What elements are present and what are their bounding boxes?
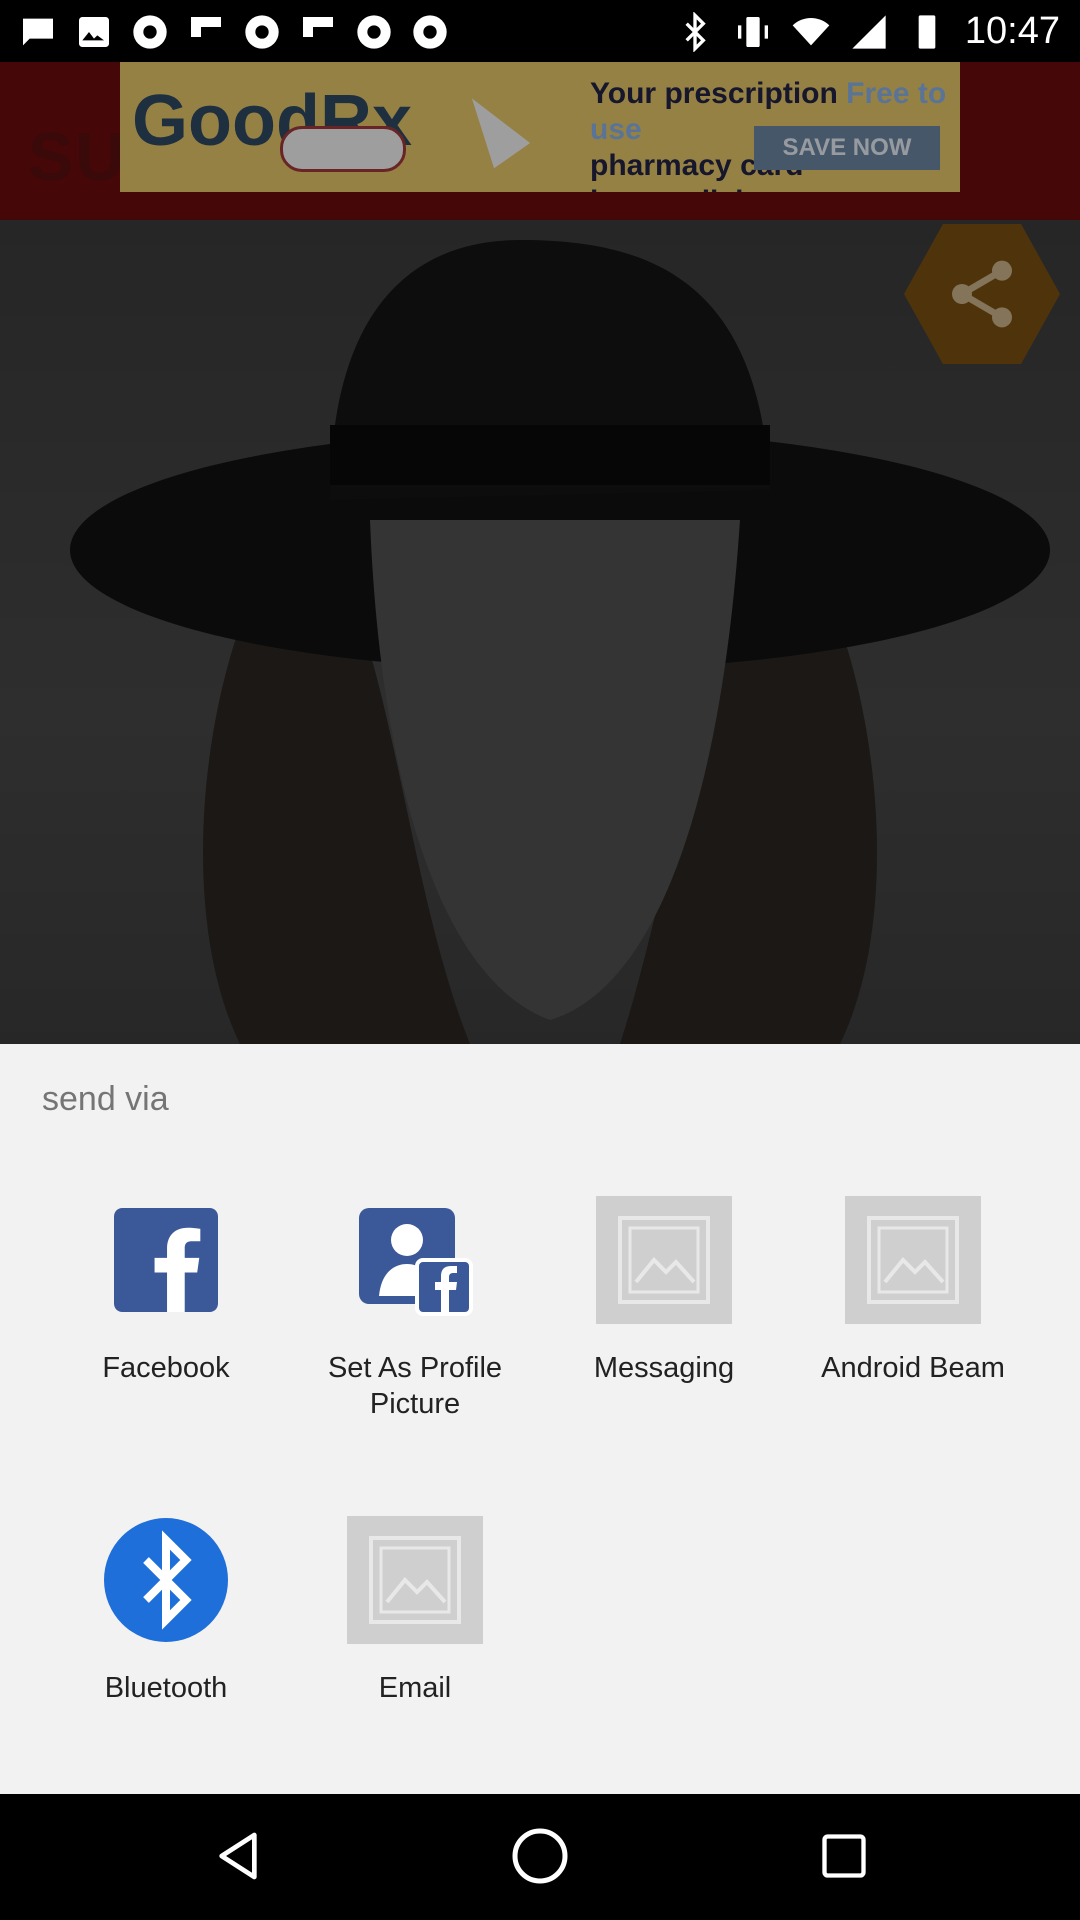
- vibrate-icon: [737, 16, 768, 47]
- notification-icons: [18, 12, 450, 52]
- share-target-messaging[interactable]: Messaging: [539, 1196, 789, 1386]
- bluetooth-icon: [98, 1516, 234, 1644]
- wifi-icon: [792, 17, 830, 45]
- battery-icon: [918, 14, 936, 49]
- bluetooth-label: Bluetooth: [104, 1672, 228, 1704]
- android-beam-label: Android Beam: [821, 1352, 1005, 1384]
- messaging-label: Messaging: [593, 1352, 735, 1384]
- recents-icon: [822, 1834, 866, 1878]
- home-icon: [512, 1828, 568, 1884]
- share-target-android-beam[interactable]: Android Beam: [788, 1196, 1038, 1386]
- dim-overlay: [0, 62, 1080, 1044]
- image-placeholder-icon: [596, 1196, 732, 1324]
- system-icons: 10:47: [675, 10, 1060, 53]
- back-button[interactable]: [206, 1824, 270, 1888]
- share-target-email[interactable]: Email: [290, 1516, 540, 1706]
- status-bar: 10:47: [0, 0, 1080, 62]
- share-target-set-profile-picture[interactable]: Set As Profile Picture: [290, 1196, 540, 1422]
- clock: 10:47: [964, 10, 1060, 52]
- home-button[interactable]: [508, 1824, 572, 1888]
- facebook-icon: [98, 1196, 234, 1324]
- signal-icon: [852, 14, 886, 49]
- sheet-title: send via: [42, 1080, 169, 1118]
- set-profile-picture-label: Set As Profile Picture: [327, 1352, 503, 1420]
- share-target-facebook[interactable]: Facebook: [41, 1196, 291, 1386]
- chrome-icon: [413, 15, 447, 49]
- chrome-icon: [357, 15, 391, 49]
- bluetooth-icon: [685, 11, 706, 52]
- image-placeholder-icon: [845, 1196, 981, 1324]
- share-target-bluetooth[interactable]: Bluetooth: [41, 1516, 291, 1706]
- profile-picture-icon: [347, 1196, 483, 1324]
- navigation-bar: [0, 1794, 1080, 1920]
- chrome-icon: [245, 15, 279, 49]
- image-icon: [79, 17, 109, 47]
- chrome-icon: [133, 15, 167, 49]
- flipboard-icon: [303, 17, 333, 37]
- back-icon: [219, 1832, 257, 1880]
- email-label: Email: [378, 1672, 452, 1704]
- message-icon: [23, 18, 53, 46]
- background-app: SU GoodRx Your prescription Free to use …: [0, 62, 1080, 1044]
- recents-button[interactable]: [812, 1824, 876, 1888]
- image-placeholder-icon: [347, 1516, 483, 1644]
- facebook-label: Facebook: [102, 1352, 230, 1384]
- share-sheet: send via Facebook Set As Profile Picture: [0, 1044, 1080, 1794]
- flipboard-icon: [191, 17, 221, 37]
